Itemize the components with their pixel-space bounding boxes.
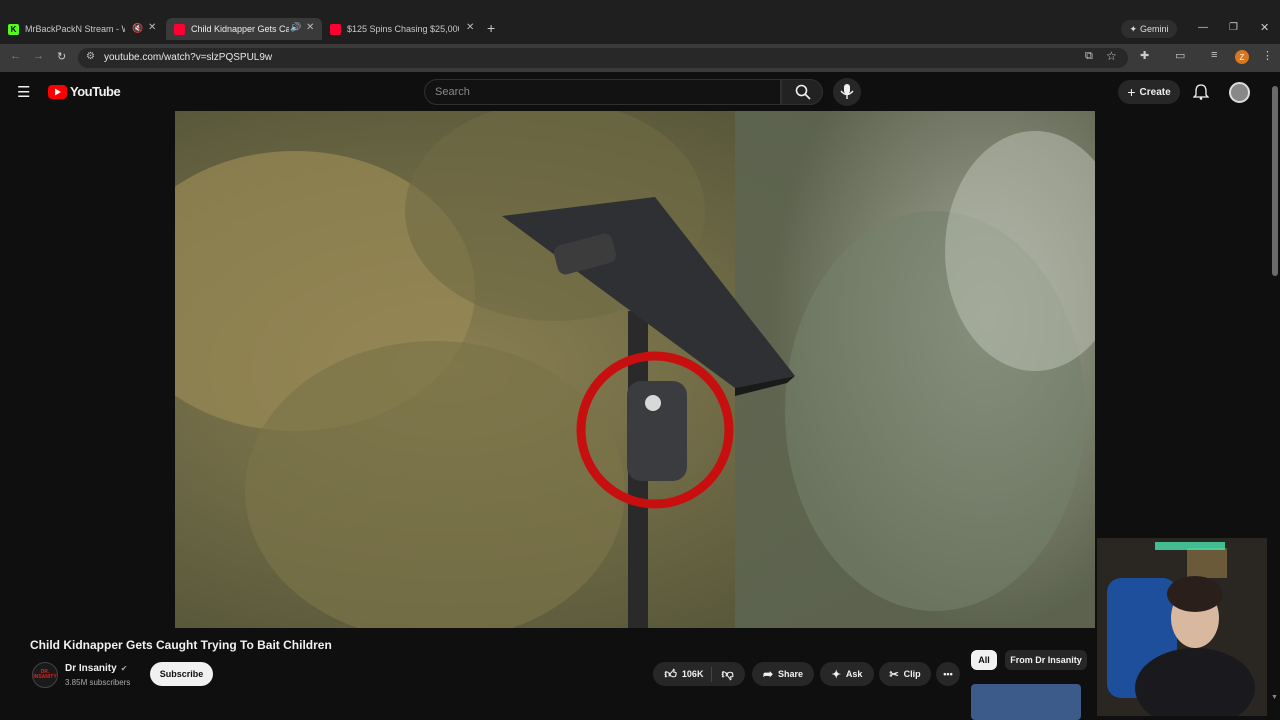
muted-icon[interactable]: 🔇: [132, 23, 143, 34]
tab-title: MrBackPackN Stream - Wat: [25, 24, 125, 34]
youtube-icon: [330, 23, 341, 35]
youtube-icon: [174, 23, 185, 35]
sparkle-icon: ✦: [831, 668, 841, 681]
like-dislike-group: 👍︎ 106K 👎︎: [653, 662, 745, 686]
url-text: youtube.com/watch?v=slzPQSPUL9w: [104, 52, 273, 63]
media-control-icon[interactable]: ≡: [1211, 49, 1217, 61]
subscriber-count: 3.85M subscribers: [65, 678, 131, 687]
thumbs-up-icon: 👍︎: [664, 666, 677, 681]
youtube-play-icon: [48, 84, 67, 99]
youtube-logo[interactable]: YouTube: [48, 84, 121, 99]
tab-search-icon[interactable]: ▭: [1175, 49, 1185, 62]
search-placeholder: Search: [435, 86, 470, 98]
notifications-bell-icon[interactable]: [1193, 84, 1209, 100]
browser-tab-bar: K MrBackPackN Stream - Wat 🔇 ✕ Child Kid…: [0, 0, 1280, 44]
ask-label: Ask: [845, 669, 863, 679]
tab-title: Child Kidnapper Gets Caug: [191, 24, 289, 34]
back-icon[interactable]: ←: [10, 50, 21, 62]
more-horizontal-icon: •••: [943, 669, 953, 679]
extensions-icon[interactable]: ✚: [1140, 49, 1149, 62]
speaker-icon[interactable]: 🔊: [290, 22, 301, 33]
site-info-icon[interactable]: ⚙: [86, 51, 95, 62]
close-tab-icon[interactable]: ✕: [306, 22, 314, 33]
hamburger-menu-icon[interactable]: ☰: [17, 83, 30, 101]
clip-label: Clip: [903, 669, 921, 679]
video-player[interactable]: [175, 111, 1095, 628]
like-button[interactable]: 👍︎ 106K: [664, 666, 713, 682]
restore-icon[interactable]: ❐: [1229, 22, 1238, 33]
dislike-button[interactable]: 👎︎: [717, 667, 733, 682]
gemini-label: Gemini: [1140, 24, 1169, 34]
share-label: Share: [778, 669, 804, 679]
page-scrollbar[interactable]: [1272, 86, 1278, 276]
chip-from-channel[interactable]: From Dr Insanity: [1005, 650, 1087, 670]
account-avatar[interactable]: [1229, 82, 1250, 103]
search-input[interactable]: Search: [424, 79, 781, 105]
share-button[interactable]: ➦ Share: [752, 662, 814, 686]
microphone-icon: [840, 84, 854, 99]
profile-avatar[interactable]: Z: [1235, 50, 1249, 64]
tab-spins-video[interactable]: $125 Spins Chasing $25,000 - V ✕: [330, 18, 480, 40]
channel-name[interactable]: Dr Insanity: [65, 663, 117, 674]
scissors-icon: ✂: [889, 668, 899, 681]
channel-name-row[interactable]: Dr Insanity ✔: [65, 663, 127, 674]
close-window-icon[interactable]: ✕: [1260, 21, 1269, 34]
plus-icon: +: [1127, 84, 1136, 100]
bookmark-star-icon[interactable]: ☆: [1106, 49, 1117, 63]
ask-button[interactable]: ✦ Ask: [820, 662, 874, 686]
thumbs-down-icon: 👎︎: [721, 666, 734, 681]
close-tab-icon[interactable]: ✕: [148, 22, 156, 33]
like-count: 106K: [681, 669, 704, 679]
share-icon: ➦: [762, 667, 774, 681]
reload-icon[interactable]: ↻: [57, 50, 66, 63]
youtube-logo-text: YouTube: [70, 84, 121, 99]
search-button[interactable]: [781, 79, 823, 105]
verified-badge-icon: ✔: [120, 664, 128, 673]
video-frame: [175, 111, 1095, 628]
install-app-icon[interactable]: ⧉: [1085, 50, 1093, 63]
channel-avatar[interactable]: DR. INSANITY: [32, 662, 58, 688]
url-bar[interactable]: ⚙ youtube.com/watch?v=slzPQSPUL9w: [78, 48, 1128, 68]
video-title: Child Kidnapper Gets Caught Trying To Ba…: [30, 638, 332, 652]
gemini-button[interactable]: ✦ Gemini: [1121, 20, 1177, 38]
tab-title: $125 Spins Chasing $25,000 - V: [347, 24, 459, 34]
webcam-image: [1097, 538, 1267, 716]
subscribe-button[interactable]: Subscribe: [150, 662, 213, 686]
clip-button[interactable]: ✂ Clip: [879, 662, 931, 686]
chip-all[interactable]: All: [971, 650, 997, 670]
recommended-video-thumbnail[interactable]: [971, 684, 1081, 720]
more-actions-button[interactable]: •••: [936, 662, 960, 686]
address-toolbar: ← → ↻ ⚙ youtube.com/watch?v=slzPQSPUL9w …: [0, 44, 1280, 72]
create-label: Create: [1139, 86, 1171, 98]
streamer-webcam-overlay: [1097, 538, 1267, 716]
new-tab-icon[interactable]: +: [487, 20, 495, 36]
tab-kick-stream[interactable]: K MrBackPackN Stream - Wat 🔇 ✕: [8, 18, 160, 40]
kick-icon: K: [8, 23, 19, 35]
forward-icon[interactable]: →: [33, 50, 44, 62]
tab-current-video[interactable]: Child Kidnapper Gets Caug 🔊 ✕: [166, 18, 322, 40]
close-tab-icon[interactable]: ✕: [466, 22, 474, 33]
voice-search-button[interactable]: [833, 78, 861, 106]
create-button[interactable]: + Create: [1118, 80, 1180, 104]
scroll-down-arrow-icon[interactable]: ▼: [1271, 694, 1278, 701]
youtube-masthead: ☰ YouTube Search + Create: [0, 72, 1280, 112]
minimize-icon[interactable]: —: [1198, 22, 1208, 33]
search-icon: [795, 84, 811, 100]
sparkle-icon: ✦: [1129, 23, 1138, 34]
browser-menu-icon[interactable]: ⋮: [1262, 49, 1273, 62]
